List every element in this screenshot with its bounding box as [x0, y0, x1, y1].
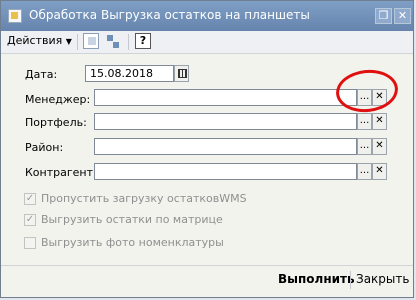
- skip-wms-label: Пропустить загрузку остатковWMS: [41, 192, 247, 205]
- portfolio-label: Портфель:: [25, 116, 87, 129]
- district-field[interactable]: [94, 138, 357, 155]
- document-icon[interactable]: [83, 33, 99, 49]
- restore-button[interactable]: ❐: [375, 8, 392, 24]
- portfolio-clear-icon[interactable]: ✕: [372, 113, 387, 130]
- date-label: Дата:: [25, 68, 58, 81]
- date-field[interactable]: 15.08.2018: [85, 65, 174, 82]
- toolbar-divider: [128, 34, 129, 50]
- portfolio-field[interactable]: [94, 113, 357, 130]
- footer-divider: [1, 265, 413, 266]
- photo-label: Выгрузить фото номенклатуры: [41, 236, 224, 249]
- district-clear-icon[interactable]: ✕: [372, 138, 387, 155]
- counterparty-clear-icon[interactable]: ✕: [372, 163, 387, 180]
- close-button[interactable]: Закрыть: [356, 272, 409, 286]
- form-icon: [8, 9, 22, 23]
- close-window-button[interactable]: ✕: [394, 8, 411, 24]
- run-button[interactable]: Выполнить: [278, 272, 355, 286]
- district-label: Район:: [25, 141, 64, 154]
- counterparty-label: Контрагент:: [25, 166, 97, 179]
- calendar-icon[interactable]: [174, 65, 189, 82]
- checkbox-checked-icon[interactable]: ✓: [24, 214, 36, 226]
- manager-label: Менеджер:: [25, 93, 91, 106]
- structure-icon[interactable]: [105, 33, 121, 49]
- toolbar-divider: [77, 34, 78, 50]
- title-bar: Обработка Выгрузка остатков на планшеты …: [1, 1, 413, 31]
- help-icon[interactable]: ?: [135, 33, 151, 49]
- actions-menu-label: Действия: [7, 34, 63, 47]
- chevron-down-icon: ▼: [65, 37, 72, 46]
- manager-field[interactable]: [94, 89, 357, 106]
- matrix-label: Выгрузить остатки по матрице: [41, 213, 223, 226]
- processing-window: Обработка Выгрузка остатков на планшеты …: [0, 0, 414, 298]
- footer-button-divider: [350, 271, 351, 289]
- window-title: Обработка Выгрузка остатков на планшеты: [29, 8, 310, 22]
- toolbar: Действия ▼ ?: [1, 31, 413, 54]
- counterparty-select-button[interactable]: ...: [357, 163, 372, 180]
- district-select-button[interactable]: ...: [357, 138, 372, 155]
- portfolio-select-button[interactable]: ...: [357, 113, 372, 130]
- checkbox-checked-icon[interactable]: ✓: [24, 193, 36, 205]
- checkbox-unchecked-icon[interactable]: [24, 237, 36, 249]
- actions-menu[interactable]: Действия ▼: [7, 34, 72, 47]
- counterparty-field[interactable]: [94, 163, 357, 180]
